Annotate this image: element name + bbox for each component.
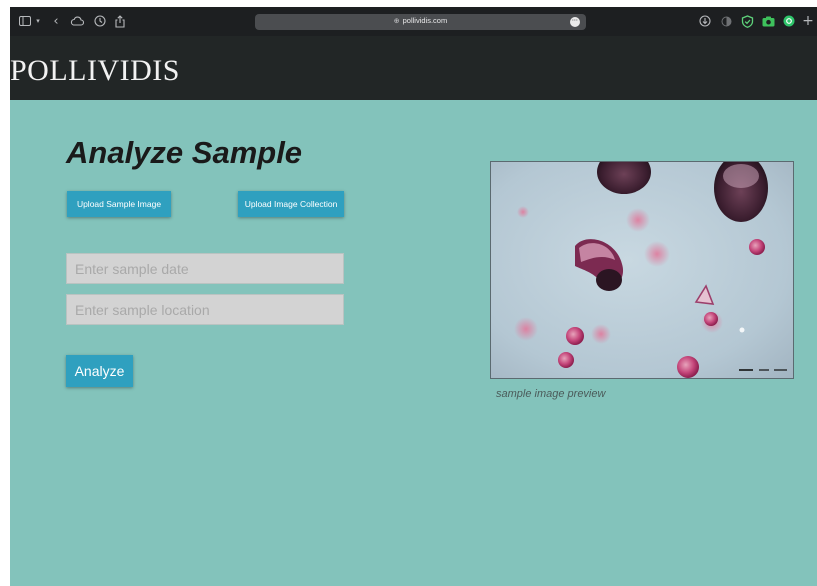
site-header: POLLIVIDIS bbox=[10, 36, 817, 100]
circle-extension-icon[interactable] bbox=[782, 13, 796, 29]
cloud-icon[interactable] bbox=[69, 13, 85, 29]
browser-toolbar: ▾ ‹ ⊕ pollividis.com ··· + bbox=[10, 7, 817, 36]
chevron-down-icon[interactable]: ▾ bbox=[34, 13, 42, 29]
globe-icon: ⊕ bbox=[393, 17, 400, 25]
url-text: pollividis.com bbox=[402, 16, 448, 25]
shield-icon[interactable] bbox=[740, 13, 754, 29]
pollen-micrograph bbox=[491, 162, 793, 378]
sample-image-preview bbox=[490, 161, 794, 379]
site-logo[interactable]: POLLIVIDIS bbox=[10, 56, 180, 86]
back-icon[interactable]: ‹ bbox=[50, 13, 62, 29]
clock-icon[interactable] bbox=[93, 13, 107, 29]
download-icon[interactable] bbox=[698, 13, 712, 29]
sample-date-input[interactable] bbox=[66, 253, 344, 284]
sidebar-icon[interactable] bbox=[18, 13, 32, 29]
camera-icon[interactable] bbox=[761, 13, 775, 29]
page-title: Analyze Sample bbox=[66, 135, 303, 170]
analyze-button[interactable]: Analyze bbox=[66, 355, 133, 387]
upload-sample-image-button[interactable]: Upload Sample Image bbox=[67, 191, 171, 217]
upload-image-collection-button[interactable]: Upload Image Collection bbox=[238, 191, 344, 217]
half-circle-icon[interactable] bbox=[720, 13, 732, 29]
browser-window: ▾ ‹ ⊕ pollividis.com ··· + POLLIVIDIS An… bbox=[10, 7, 817, 586]
share-icon[interactable] bbox=[113, 13, 127, 29]
more-icon[interactable]: ··· bbox=[570, 17, 580, 27]
sample-location-input[interactable] bbox=[66, 294, 344, 325]
main-content: Analyze Sample Upload Sample Image Uploa… bbox=[10, 100, 817, 586]
plus-icon[interactable]: + bbox=[802, 13, 814, 29]
address-bar[interactable]: ⊕ pollividis.com ··· bbox=[255, 14, 586, 30]
preview-caption: sample image preview bbox=[496, 388, 606, 400]
